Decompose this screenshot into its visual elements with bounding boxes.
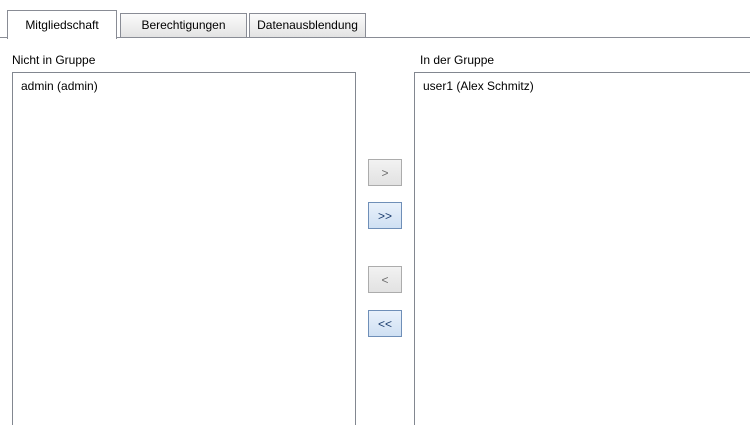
add-selected-button[interactable]: > <box>368 159 402 186</box>
in-group-label: In der Gruppe <box>420 53 495 67</box>
remove-all-button[interactable]: << <box>368 310 402 337</box>
tab-datenausblendung[interactable]: Datenausblendung <box>249 13 366 37</box>
tab-strip: Mitgliedschaft Berechtigungen Datenausbl… <box>0 0 750 39</box>
tab-berechtigungen[interactable]: Berechtigungen <box>120 13 247 37</box>
list-item[interactable]: user1 (Alex Schmitz) <box>415 78 750 94</box>
group-membership-dialog: Mitgliedschaft Berechtigungen Datenausbl… <box>0 0 750 425</box>
membership-panel: Nicht in Gruppe admin (admin) > >> < << … <box>0 38 750 425</box>
in-group-listbox[interactable]: user1 (Alex Schmitz) <box>414 72 750 425</box>
list-item[interactable]: admin (admin) <box>13 78 355 94</box>
remove-selected-button[interactable]: < <box>368 266 402 293</box>
not-in-group-listbox[interactable]: admin (admin) <box>12 72 356 425</box>
add-all-button[interactable]: >> <box>368 202 402 229</box>
not-in-group-label: Nicht in Gruppe <box>12 53 96 67</box>
tab-mitgliedschaft[interactable]: Mitgliedschaft <box>7 10 117 39</box>
